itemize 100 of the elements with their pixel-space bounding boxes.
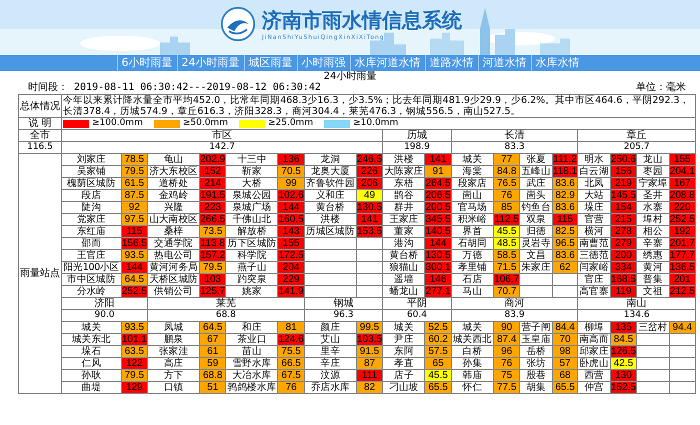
station-name: 历下区城防 [226, 238, 278, 250]
station-name: 朱家庄 [520, 262, 552, 274]
station-name: 刘家庄 [62, 154, 122, 166]
station-name: 苗山 [226, 346, 278, 358]
station-name: 张家洼 [148, 346, 200, 358]
station-name: 阳光100小区 [62, 262, 122, 274]
nav-tab[interactable]: 水库水情 [530, 55, 584, 71]
station-name: 桑梓 [148, 226, 200, 238]
station-name: 怀仁 [451, 382, 494, 394]
station-name: 龙洞 [304, 154, 356, 166]
station-name: 鹏泉 [148, 334, 200, 346]
station-name: 殷巷 [520, 370, 552, 382]
station-name: 邱家庄 [578, 346, 610, 358]
nav-tab[interactable]: 城区雨量 [244, 55, 296, 71]
station-name: 吴家铺 [62, 166, 122, 178]
station-name: 蟠龙山 [382, 286, 425, 298]
station-name: 山大南校区 [148, 214, 200, 226]
station-name: 南高而 [578, 334, 610, 346]
station-name: 天桥区城防 [148, 274, 200, 286]
station-name: 灵岩寺 [520, 238, 552, 250]
station-name: 鹁鸽楼水库 [226, 382, 278, 394]
station-name: 茶业口 [226, 334, 278, 346]
station-name: 绣惠 [636, 250, 670, 262]
station-name: 官庄 [578, 274, 610, 286]
station-name: 宁家埠 [636, 178, 670, 190]
station-name: 口镇 [148, 382, 200, 394]
city-label: 全市 [18, 130, 62, 142]
station-name: 城关 [62, 322, 122, 334]
station-name: 陡沟 [62, 202, 122, 214]
district-name: 商河 [451, 298, 578, 310]
station-name: 官营 [578, 214, 610, 226]
station-name: 柳埠 [578, 322, 610, 334]
station-name: 卧虎山 [578, 358, 610, 370]
station-name: 姚家 [226, 286, 278, 298]
station-name: 里辛 [304, 346, 356, 358]
station-name: 刁山坡 [382, 382, 425, 394]
system-title: 济南市雨水情信息系统 [262, 7, 462, 34]
station-name: 泉城公园 [226, 190, 278, 202]
station-name: 龙山 [636, 154, 670, 166]
station-name: 靳家 [226, 166, 278, 178]
station-name: 大站 [578, 190, 610, 202]
station-name: 闫家峪 [578, 262, 610, 274]
station-name: 白云湖 [578, 166, 610, 178]
station-name: 兴隆 [148, 202, 200, 214]
logo-icon [220, 6, 256, 42]
station-name: 仲宫 [578, 382, 610, 394]
station-name: 明水 [578, 154, 610, 166]
legend-label-text: ≥10.0mm [353, 118, 398, 129]
station-name: 黄河河务局 [148, 262, 200, 274]
station-name: 汶源 [304, 370, 356, 382]
station-name: 五峰山 [520, 166, 552, 178]
station-name: 大冶水库 [226, 370, 278, 382]
station-name: 归德 [520, 226, 552, 238]
nav-tab[interactable]: 道路水情 [424, 55, 478, 71]
station-name: 洪楼 [304, 214, 356, 226]
summary-label: 总体情况 [18, 94, 62, 118]
stations-label: 雨量站点 [18, 154, 62, 394]
station-name: 辛寨 [636, 238, 670, 250]
station-name: 泉城广场 [226, 202, 278, 214]
station-name: 南曹范 [578, 238, 610, 250]
station-name: 圣井 [636, 190, 670, 202]
station-name: 水寨 [636, 202, 670, 214]
district-name: 长清 [451, 130, 578, 142]
station-name: 王官庄 [62, 250, 122, 262]
station-name: 分水岭 [62, 286, 122, 298]
station-name: 颜庄 [304, 322, 356, 334]
station-name: 燕子山 [226, 262, 278, 274]
nav-tab[interactable]: 水库河道水情 [350, 55, 424, 71]
station-name: 文祖 [636, 286, 670, 298]
station-name: 高官寨 [578, 286, 610, 298]
station-name: 营子闸 [520, 322, 552, 334]
nav-tab[interactable]: 24小时雨量 [176, 55, 244, 71]
station-name: 张夏 [520, 154, 552, 166]
legend-label-text: ≥100.0mm [92, 118, 143, 129]
station-name: 胡集 [520, 382, 552, 394]
station-name: 艾山 [304, 334, 356, 346]
station-name: 历城区城防 [304, 226, 356, 238]
station-name: 玉皇庙 [520, 334, 552, 346]
station-name: 相公 [636, 226, 670, 238]
nav-tab[interactable]: 6小时雨量 [116, 55, 176, 71]
station-name: 方下 [148, 370, 200, 382]
district-name: 莱芜 [148, 298, 304, 310]
district-name: 济阳 [62, 298, 148, 310]
station-name: 普集 [636, 274, 670, 286]
station-name: 金鸡岭 [148, 190, 200, 202]
nav-tab[interactable]: 小时雨强 [296, 55, 350, 71]
station-name: 凤城 [148, 322, 200, 334]
station-name: 辛庄 [304, 358, 356, 370]
legend-label: 说 明 [18, 118, 62, 130]
legend-label-text: ≥25.0mm [268, 118, 314, 129]
district-name: 南山 [578, 298, 696, 310]
nav-tab[interactable]: 河道水情 [478, 55, 530, 71]
station-name: 马山 [451, 286, 494, 298]
station-name: 垛石 [62, 346, 122, 358]
station-name: 埠村 [636, 214, 670, 226]
station-name: 和庄 [226, 322, 278, 334]
station-name: 北凤 [578, 178, 610, 190]
station-name: 十三中 [226, 154, 278, 166]
district-name: 历城 [382, 130, 452, 142]
station-name: 黄台桥 [304, 202, 356, 214]
